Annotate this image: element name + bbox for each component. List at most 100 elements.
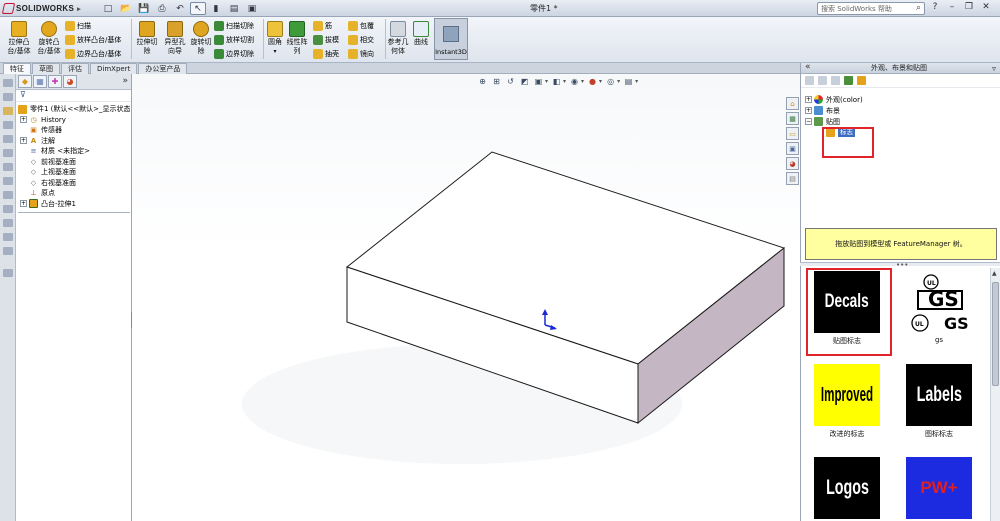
decal-item-gs[interactable]: UL GS UL GS gs	[906, 271, 972, 344]
grid-icon[interactable]	[2, 269, 13, 277]
swept-cut-button[interactable]: 扫描切除	[214, 20, 254, 32]
boundary-cut-button[interactable]: 边界切除	[214, 48, 254, 60]
up-icon[interactable]	[831, 76, 840, 85]
tab-sketch[interactable]: 草图	[32, 63, 60, 74]
revolved-boss-button[interactable]: 旋转凸 台/基体	[34, 21, 64, 56]
feature-icon[interactable]	[2, 107, 13, 115]
save-icon[interactable]: 💾	[136, 2, 152, 15]
tool-icon[interactable]	[2, 191, 13, 199]
tree-item-boss-extrude[interactable]: + 凸台-拉伸1	[16, 199, 131, 210]
file-explorer-icon[interactable]: ▭	[786, 127, 799, 140]
decal-item-improved[interactable]: Improved 改进的标志	[814, 364, 880, 439]
fillet-button[interactable]: 圆角 ▾	[263, 21, 287, 56]
tree-item-right-plane[interactable]: ◇ 右视基准面	[16, 178, 131, 189]
tree-item-annotations[interactable]: + A 注解	[16, 136, 131, 147]
scroll-up-icon[interactable]: ▲	[992, 270, 997, 277]
gallery-splitter[interactable]: •••	[800, 261, 1000, 269]
tool-icon[interactable]	[2, 233, 13, 241]
draft-button[interactable]: 拔模	[313, 34, 339, 46]
tree-item-top-plane[interactable]: ◇ 上视基准面	[16, 167, 131, 178]
rebuild-icon[interactable]: ▮	[208, 2, 224, 15]
intersect-button[interactable]: 相交	[348, 34, 374, 46]
extruded-boss-button[interactable]: 拉伸凸 台/基体	[4, 21, 34, 56]
expand-icon[interactable]: +	[20, 200, 27, 208]
forward-icon[interactable]	[818, 76, 827, 85]
tree-item-sensors[interactable]: ▣ 传感器	[16, 125, 131, 136]
open-folder-icon[interactable]: 📂	[118, 2, 134, 15]
restore-icon[interactable]: ❐	[962, 2, 976, 12]
decal-item-pw[interactable]: PW+	[906, 457, 972, 519]
wrap-button[interactable]: 包覆	[348, 20, 374, 32]
menu-arrow-icon[interactable]: ▸	[77, 5, 81, 13]
expand-icon[interactable]: +	[20, 116, 27, 124]
tree-item-decals[interactable]: − 贴图	[801, 116, 1000, 127]
decal-item-logos[interactable]: Logos	[814, 457, 880, 519]
property-manager-tab-icon[interactable]: ▦	[33, 75, 47, 88]
collapse-chevron-icon[interactable]: «	[805, 62, 811, 72]
instant3d-button[interactable]: Instant3D	[434, 18, 468, 60]
mirror-button[interactable]: 镜向	[348, 48, 374, 60]
tree-item-scenes[interactable]: + 布景	[801, 105, 1000, 116]
gallery-scrollbar[interactable]: ▲	[990, 268, 1000, 521]
lofted-cut-button[interactable]: 放样切割	[214, 34, 254, 46]
rib-button[interactable]: 筋	[313, 20, 332, 32]
decal-item-labels[interactable]: Labels 图标标志	[906, 364, 972, 439]
tab-dimxpert[interactable]: DimXpert	[90, 63, 138, 74]
file-properties-icon[interactable]: ▤	[226, 2, 242, 15]
add-icon[interactable]	[844, 76, 853, 85]
tool-icon[interactable]	[2, 247, 13, 255]
select-pointer-icon[interactable]: ↖	[190, 2, 206, 15]
tree-item-origin[interactable]: ⊥ 原点	[16, 188, 131, 199]
tree-item-appearances[interactable]: + 外观(color)	[801, 94, 1000, 105]
shell-button[interactable]: 抽壳	[313, 48, 339, 60]
refresh-icon[interactable]	[857, 76, 866, 85]
filter-icon[interactable]: ⊽	[16, 90, 131, 102]
expand-icon[interactable]: +	[20, 137, 27, 145]
tool-icon[interactable]	[2, 177, 13, 185]
search-icon[interactable]: ⌕	[916, 3, 921, 13]
configuration-tab-icon[interactable]: ✚	[48, 75, 62, 88]
chevron-right-icon[interactable]: »	[122, 76, 128, 86]
tab-evaluate[interactable]: 评估	[61, 63, 89, 74]
tree-item-history[interactable]: + ◷ History	[16, 115, 131, 126]
custom-properties-icon[interactable]: ▤	[786, 172, 799, 185]
tree-root[interactable]: 零件1 (默认<<默认>_显示状态	[16, 104, 131, 115]
dropdown-arrow-icon[interactable]: ▾	[273, 47, 276, 56]
reference-geometry-button[interactable]: 参考几 何体	[386, 21, 410, 56]
tool-icon[interactable]	[2, 135, 13, 143]
curves-button[interactable]: 曲线	[410, 21, 432, 47]
revolved-cut-button[interactable]: 旋转切 除	[186, 21, 216, 56]
linear-pattern-button[interactable]: 线性阵 列	[286, 21, 308, 56]
feature-manager-tab-icon[interactable]: ◆	[18, 75, 32, 88]
home-icon[interactable]: ⌂	[786, 97, 799, 110]
solidworks-logo[interactable]: SOLIDWORKS ▸	[1, 2, 81, 15]
tool-icon[interactable]	[2, 219, 13, 227]
design-library-icon[interactable]: ▦	[786, 112, 799, 125]
display-manager-tab-icon[interactable]: ◕	[63, 75, 77, 88]
tool-icon[interactable]	[2, 205, 13, 213]
back-icon[interactable]	[805, 76, 814, 85]
new-document-icon[interactable]: □	[100, 2, 116, 15]
graphics-area[interactable]: ⊕ ⊞ ↺ ◩ ▣ ▾ ◧ ▾ ◉ ▾ ● ▾ ◎ ▾ ▤ ▾	[132, 74, 800, 521]
sweep-button[interactable]: 扫描	[65, 20, 91, 32]
help-icon[interactable]: ?	[928, 2, 942, 12]
tool-icon[interactable]	[2, 163, 13, 171]
tab-features[interactable]: 特征	[3, 63, 31, 74]
table-icon[interactable]	[2, 79, 13, 87]
extruded-cut-button[interactable]: 拉伸切 除	[132, 21, 162, 56]
expand-icon[interactable]: +	[805, 96, 812, 103]
close-icon[interactable]: ✕	[979, 2, 993, 12]
pin-icon[interactable]: ▿	[992, 64, 996, 73]
expand-icon[interactable]: +	[805, 107, 812, 114]
collapse-icon[interactable]: −	[805, 118, 812, 125]
appearances-icon[interactable]: ◕	[786, 157, 799, 170]
tree-item-front-plane[interactable]: ◇ 前视基准面	[16, 157, 131, 168]
view-palette-icon[interactable]: ▣	[786, 142, 799, 155]
boundary-boss-button[interactable]: 边界凸台/基体	[65, 48, 121, 60]
tool-icon[interactable]	[2, 121, 13, 129]
print-icon[interactable]: ⎙	[154, 2, 170, 15]
undo-icon[interactable]: ↶	[172, 2, 188, 15]
minimize-icon[interactable]: –	[945, 2, 959, 12]
scrollbar-thumb[interactable]	[992, 282, 999, 386]
tool-icon[interactable]	[2, 93, 13, 101]
